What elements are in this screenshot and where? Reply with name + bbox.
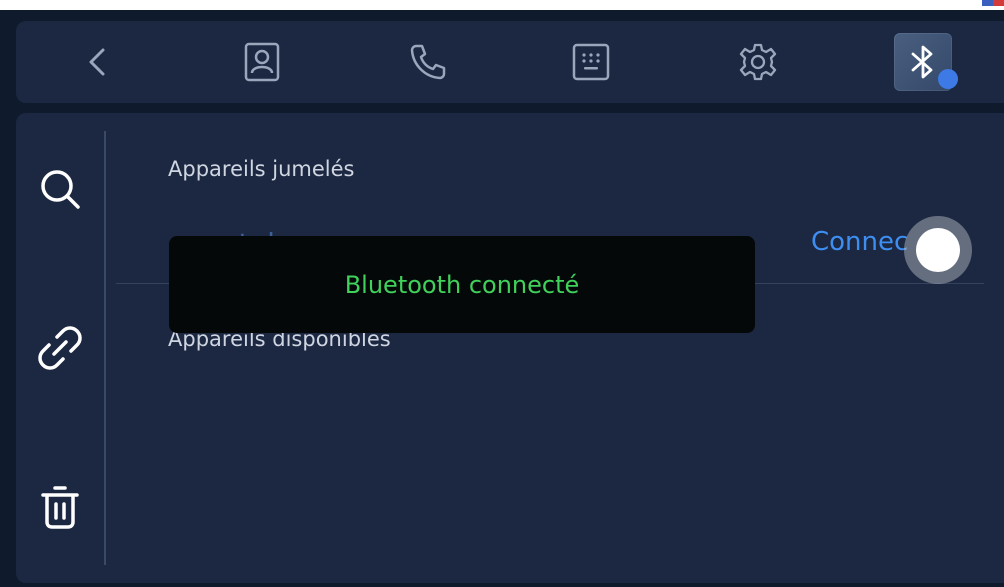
touch-indicator [904, 216, 972, 284]
trash-icon [41, 486, 79, 529]
settings-button[interactable] [729, 33, 787, 91]
flag-icon [982, 0, 1004, 6]
screen: Appareils jumelés smartphone Connec Appa… [0, 0, 1004, 587]
toast-message: Bluetooth connecté [344, 270, 580, 299]
devices-panel: Appareils jumelés smartphone Connec Appa… [16, 113, 1004, 583]
delete-button[interactable] [34, 481, 86, 533]
chevron-left-icon [89, 48, 105, 76]
dialpad-icon [572, 43, 610, 81]
touch-dot [916, 228, 960, 272]
toast: Bluetooth connecté [169, 236, 755, 333]
search-button[interactable] [34, 163, 86, 215]
dialpad-button[interactable] [562, 33, 620, 91]
back-button[interactable] [69, 33, 127, 91]
paired-devices-title: Appareils jumelés [168, 157, 355, 181]
gear-icon [739, 43, 777, 81]
unpair-button[interactable] [34, 322, 86, 374]
search-icon [41, 170, 80, 209]
top-toolbar [16, 21, 1004, 103]
side-toolbar [16, 113, 104, 583]
phone-icon [410, 44, 446, 80]
bluetooth-button[interactable] [894, 33, 958, 91]
active-indicator [938, 69, 958, 89]
unlink-icon [38, 326, 82, 370]
top-strip [0, 0, 1004, 10]
contacts-button[interactable] [233, 33, 291, 91]
side-divider [104, 131, 106, 565]
contact-icon [244, 42, 280, 82]
calls-button[interactable] [399, 33, 457, 91]
